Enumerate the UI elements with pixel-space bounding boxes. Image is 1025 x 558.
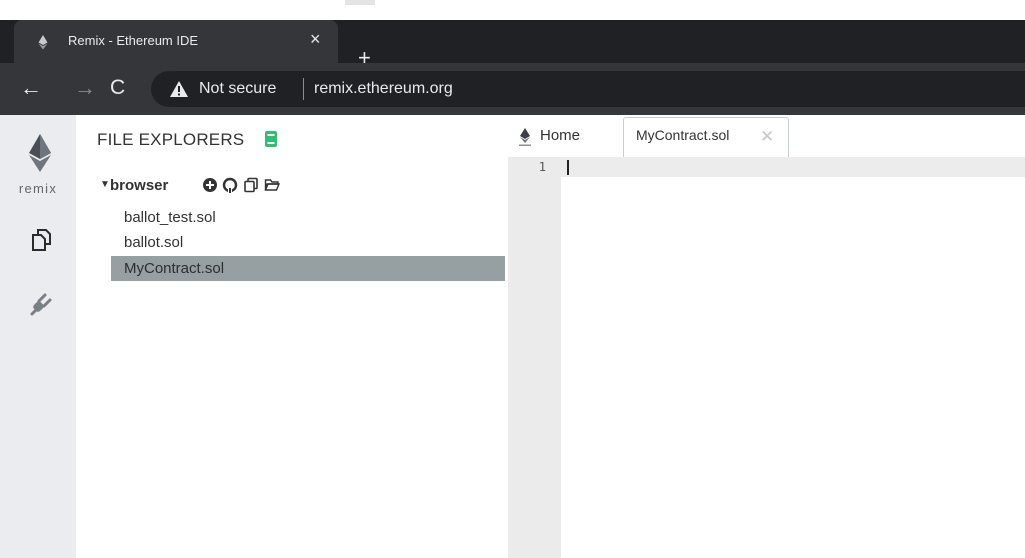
reload-button[interactable]: C	[110, 75, 125, 101]
browser-workspace-label[interactable]: browser	[110, 177, 168, 194]
ethereum-favicon-icon	[38, 35, 48, 50]
file-explorer-icon[interactable]	[28, 227, 54, 253]
url-omnibox[interactable]: Not secure remix.ethereum.org	[151, 71, 1025, 107]
icon-panel: remix	[0, 115, 76, 558]
address-bar: ← → C Not secure remix.ethereum.org	[0, 63, 1025, 115]
window-tab-tick	[345, 0, 375, 5]
tab-home-label: Home	[540, 127, 581, 144]
ethereum-logo-icon[interactable]	[28, 133, 52, 173]
file-item-ballot-test[interactable]: ballot_test.sol	[111, 205, 505, 230]
remix-home-logo-icon	[519, 128, 531, 146]
browser-tab-bar: Remix - Ethereum IDE × +	[0, 20, 1025, 69]
create-file-icon[interactable]	[202, 177, 218, 193]
plugin-manager-icon[interactable]	[28, 291, 54, 317]
file-item-mycontract-selected[interactable]: MyContract.sol	[111, 256, 505, 281]
warning-icon	[170, 81, 188, 97]
collapse-caret-icon[interactable]: ▼	[100, 179, 110, 190]
close-tab-icon[interactable]: ×	[310, 29, 321, 50]
tab-home[interactable]: Home	[508, 115, 622, 157]
active-line-highlight	[561, 157, 1025, 177]
copy-icon[interactable]	[243, 177, 259, 193]
back-button[interactable]: ←	[20, 75, 42, 101]
url-text[interactable]: remix.ethereum.org	[314, 80, 453, 98]
editor-gutter: 1	[508, 157, 561, 558]
window-top-strip	[0, 0, 1025, 20]
omnibox-separator	[303, 78, 304, 100]
file-explorers-title: FILE EXPLORERS	[97, 130, 245, 149]
tab-mycontract[interactable]: MyContract.sol ✕	[623, 117, 789, 157]
github-icon[interactable]	[222, 177, 238, 193]
file-item-ballot[interactable]: ballot.sol	[111, 230, 505, 255]
browser-tab-title: Remix - Ethereum IDE	[68, 33, 199, 48]
text-cursor	[567, 160, 569, 175]
tab-mycontract-label: MyContract.sol	[636, 127, 730, 143]
code-editor-area[interactable]	[561, 157, 1025, 558]
documentation-book-icon[interactable]	[264, 130, 278, 148]
browser-tab[interactable]: Remix - Ethereum IDE ×	[14, 20, 338, 63]
close-file-tab-icon[interactable]: ✕	[760, 127, 774, 147]
open-folder-icon[interactable]	[264, 177, 280, 193]
not-secure-label[interactable]: Not secure	[199, 80, 276, 98]
forward-button[interactable]: →	[74, 75, 96, 101]
editor-tab-bar: Home MyContract.sol ✕	[508, 115, 1025, 157]
file-explorer-panel: FILE EXPLORERS ▼ browser ballot_test.sol…	[76, 115, 508, 558]
line-number: 1	[538, 160, 546, 174]
remix-logo-text: remix	[18, 181, 58, 196]
